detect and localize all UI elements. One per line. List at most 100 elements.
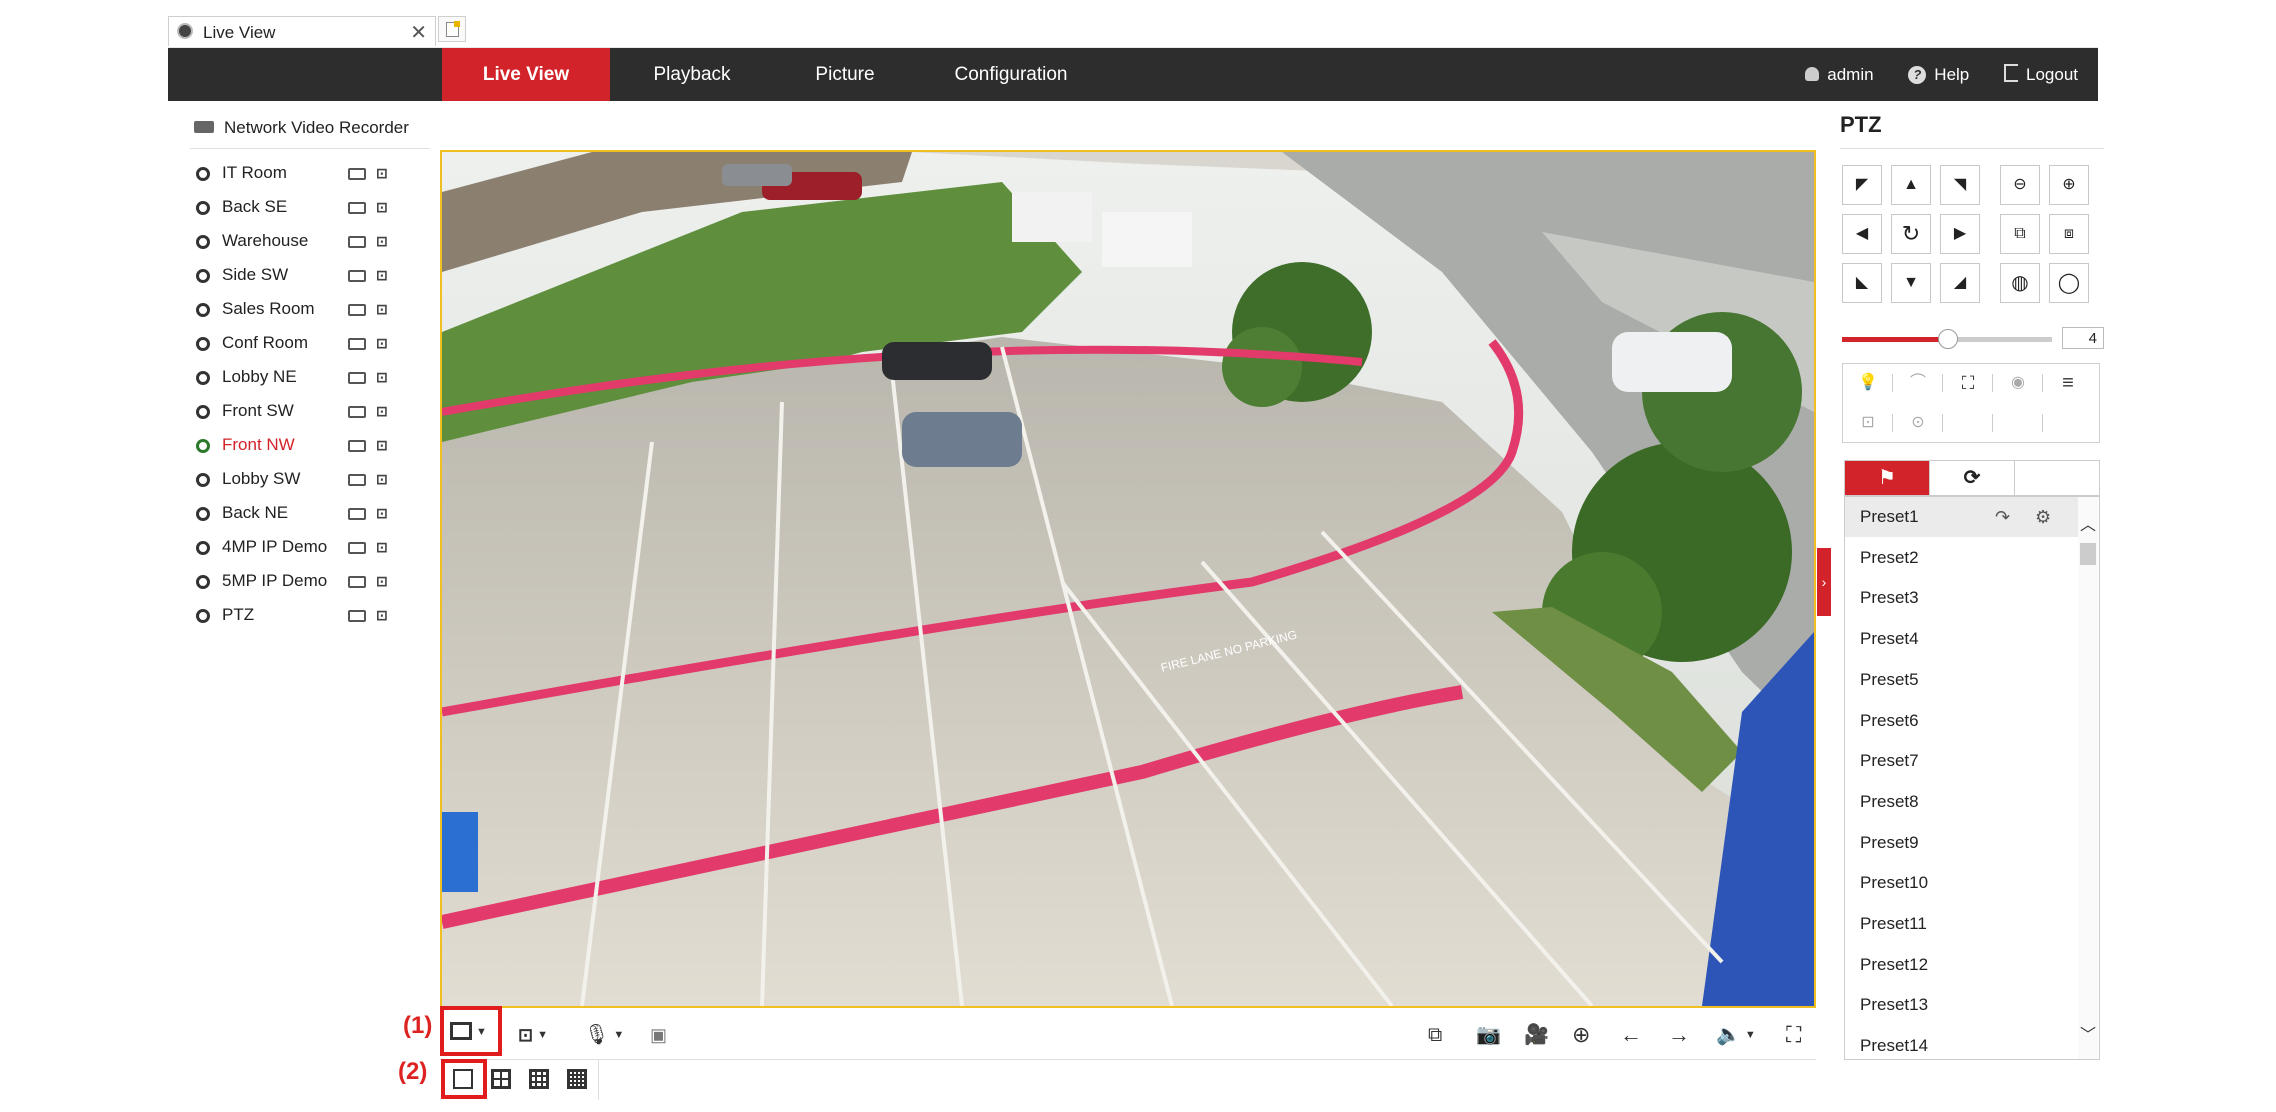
- preset-item[interactable]: Preset9: [1845, 823, 2079, 863]
- focus-far-button[interactable]: ⧈: [2049, 214, 2089, 254]
- next-page-button[interactable]: →: [1668, 1022, 1690, 1048]
- tab-playback[interactable]: Playback: [610, 48, 774, 101]
- ptz-speed-value[interactable]: 4: [2062, 327, 2104, 349]
- pan-right-button[interactable]: ▶: [1940, 214, 1980, 254]
- menu-icon[interactable]: ≡: [2043, 364, 2093, 402]
- auto-pan-button[interactable]: ↻: [1891, 214, 1931, 254]
- record-icon[interactable]: [348, 338, 366, 350]
- pan-up-left-button[interactable]: ◤: [1842, 165, 1882, 205]
- preset-item[interactable]: Preset13: [1845, 985, 2079, 1025]
- preset-item[interactable]: Preset7: [1845, 741, 2079, 781]
- 3d-zoom-icon[interactable]: ⊡: [1843, 404, 1893, 442]
- preset-item[interactable]: Preset5: [1845, 660, 2079, 700]
- tab-configuration[interactable]: Configuration: [916, 48, 1106, 101]
- user-menu[interactable]: admin: [1805, 65, 1874, 84]
- record-button[interactable]: 🎥: [1524, 1022, 1549, 1048]
- record-icon[interactable]: [348, 508, 366, 520]
- camera-item[interactable]: Front SW ⊡: [196, 399, 406, 425]
- pan-down-button[interactable]: ▼: [1891, 263, 1931, 303]
- focus-near-button[interactable]: ⧉: [2000, 214, 2040, 254]
- preset-item[interactable]: Preset3: [1845, 578, 2079, 618]
- two-way-audio-button[interactable]: 🎙 ▼: [584, 1022, 624, 1048]
- preset-item[interactable]: Preset12: [1845, 945, 2079, 985]
- window-division-button[interactable]: ▼: [450, 1022, 487, 1048]
- stream-type-button[interactable]: ⊡ ▼: [518, 1022, 548, 1048]
- pan-down-right-button[interactable]: ◢: [1940, 263, 1980, 303]
- light-icon[interactable]: 💡: [1843, 364, 1893, 402]
- zoom-out-button[interactable]: ⊖: [2000, 165, 2040, 205]
- tab-patrol[interactable]: ⟳: [1929, 461, 2015, 495]
- record-icon[interactable]: [348, 270, 366, 282]
- stream-settings-icon[interactable]: ⊡: [376, 539, 396, 557]
- camera-item[interactable]: IT Room ⊡: [196, 161, 406, 187]
- previous-page-button[interactable]: ←: [1620, 1022, 1642, 1048]
- record-icon[interactable]: [348, 576, 366, 588]
- camera-item[interactable]: Warehouse ⊡: [196, 229, 406, 255]
- logout-link[interactable]: Logout: [2004, 64, 2078, 84]
- auxiliary-focus-icon[interactable]: ⛶: [1943, 364, 1993, 402]
- camera-item[interactable]: Side SW ⊡: [196, 263, 406, 289]
- camera-item[interactable]: Sales Room ⊡: [196, 297, 406, 323]
- browser-tab[interactable]: Live View ✕: [168, 16, 436, 46]
- pan-left-button[interactable]: ◀: [1842, 214, 1882, 254]
- stream-settings-icon[interactable]: ⊡: [376, 301, 396, 319]
- stream-settings-icon[interactable]: ⊡: [376, 233, 396, 251]
- stream-settings-icon[interactable]: ⊡: [376, 573, 396, 591]
- preset-scrollbar[interactable]: ︿ ﹀: [2078, 497, 2098, 1059]
- lens-init-icon[interactable]: ◉: [1993, 364, 2043, 402]
- record-icon[interactable]: [348, 474, 366, 486]
- preset-item[interactable]: Preset10: [1845, 863, 2079, 903]
- pan-down-left-button[interactable]: ◣: [1842, 263, 1882, 303]
- digital-zoom-button[interactable]: ⊕: [1572, 1022, 1590, 1048]
- stop-all-button[interactable]: ⧉: [1428, 1022, 1442, 1048]
- record-icon[interactable]: [348, 542, 366, 554]
- preset-item[interactable]: Preset4: [1845, 619, 2079, 659]
- collapse-ptz-panel-button[interactable]: ›: [1817, 548, 1831, 616]
- ptz-speed-slider-handle[interactable]: [1938, 329, 1958, 349]
- stream-settings-icon[interactable]: ⊡: [376, 165, 396, 183]
- preset-item[interactable]: Preset8: [1845, 782, 2079, 822]
- record-icon[interactable]: [348, 440, 366, 452]
- camera-item[interactable]: Lobby NE ⊡: [196, 365, 406, 391]
- tab-picture[interactable]: Picture: [774, 48, 916, 101]
- record-icon[interactable]: [348, 168, 366, 180]
- stream-settings-icon[interactable]: ⊡: [376, 403, 396, 421]
- pan-up-button[interactable]: ▲: [1891, 165, 1931, 205]
- layout-2x2-button[interactable]: [488, 1066, 514, 1092]
- stream-settings-icon[interactable]: ⊡: [376, 437, 396, 455]
- layout-4x4-button[interactable]: [564, 1066, 590, 1092]
- chevron-down-icon[interactable]: ﹀: [2078, 1021, 2098, 1045]
- pan-up-right-button[interactable]: ◥: [1940, 165, 1980, 205]
- preset-item[interactable]: Preset6: [1845, 701, 2079, 741]
- zoom-in-button[interactable]: ⊕: [2049, 165, 2089, 205]
- record-icon[interactable]: [348, 406, 366, 418]
- stream-settings-icon[interactable]: ⊡: [376, 199, 396, 217]
- tab-preset[interactable]: ⚑: [1845, 461, 1929, 495]
- stream-settings-icon[interactable]: ⊡: [376, 335, 396, 353]
- gear-icon[interactable]: ⚙: [2035, 497, 2051, 537]
- layout-3x3-button[interactable]: [526, 1066, 552, 1092]
- camera-item[interactable]: 5MP IP Demo ⊡: [196, 569, 406, 595]
- preset-item[interactable]: Preset1 ↷ ⚙: [1845, 497, 2079, 537]
- record-icon[interactable]: [348, 304, 366, 316]
- stream-settings-icon[interactable]: ⊡: [376, 607, 396, 625]
- scrollbar-thumb[interactable]: [2080, 543, 2096, 565]
- capture-button[interactable]: 📷: [1476, 1022, 1501, 1048]
- fullscreen-button[interactable]: ⛶: [1786, 1022, 1801, 1048]
- wiper-icon[interactable]: ⌒: [1893, 364, 1943, 402]
- camera-item[interactable]: Front NW ⊡: [196, 433, 406, 459]
- camera-item[interactable]: PTZ ⊡: [196, 603, 406, 629]
- close-tab-icon[interactable]: ✕: [410, 20, 427, 45]
- preset-item[interactable]: Preset2: [1845, 538, 2079, 578]
- aspect-ratio-button[interactable]: ▣: [650, 1022, 667, 1048]
- iris-open-button[interactable]: ◯: [2049, 263, 2089, 303]
- stream-settings-icon[interactable]: ⊡: [376, 267, 396, 285]
- volume-button[interactable]: 🔈 ▼: [1716, 1022, 1756, 1048]
- help-link[interactable]: ? Help: [1908, 65, 1969, 84]
- stream-settings-icon[interactable]: ⊡: [376, 505, 396, 523]
- record-icon[interactable]: [348, 202, 366, 214]
- stream-settings-icon[interactable]: ⊡: [376, 471, 396, 489]
- stream-settings-icon[interactable]: ⊡: [376, 369, 396, 387]
- camera-item[interactable]: Lobby SW ⊡: [196, 467, 406, 493]
- camera-item[interactable]: Back SE ⊡: [196, 195, 406, 221]
